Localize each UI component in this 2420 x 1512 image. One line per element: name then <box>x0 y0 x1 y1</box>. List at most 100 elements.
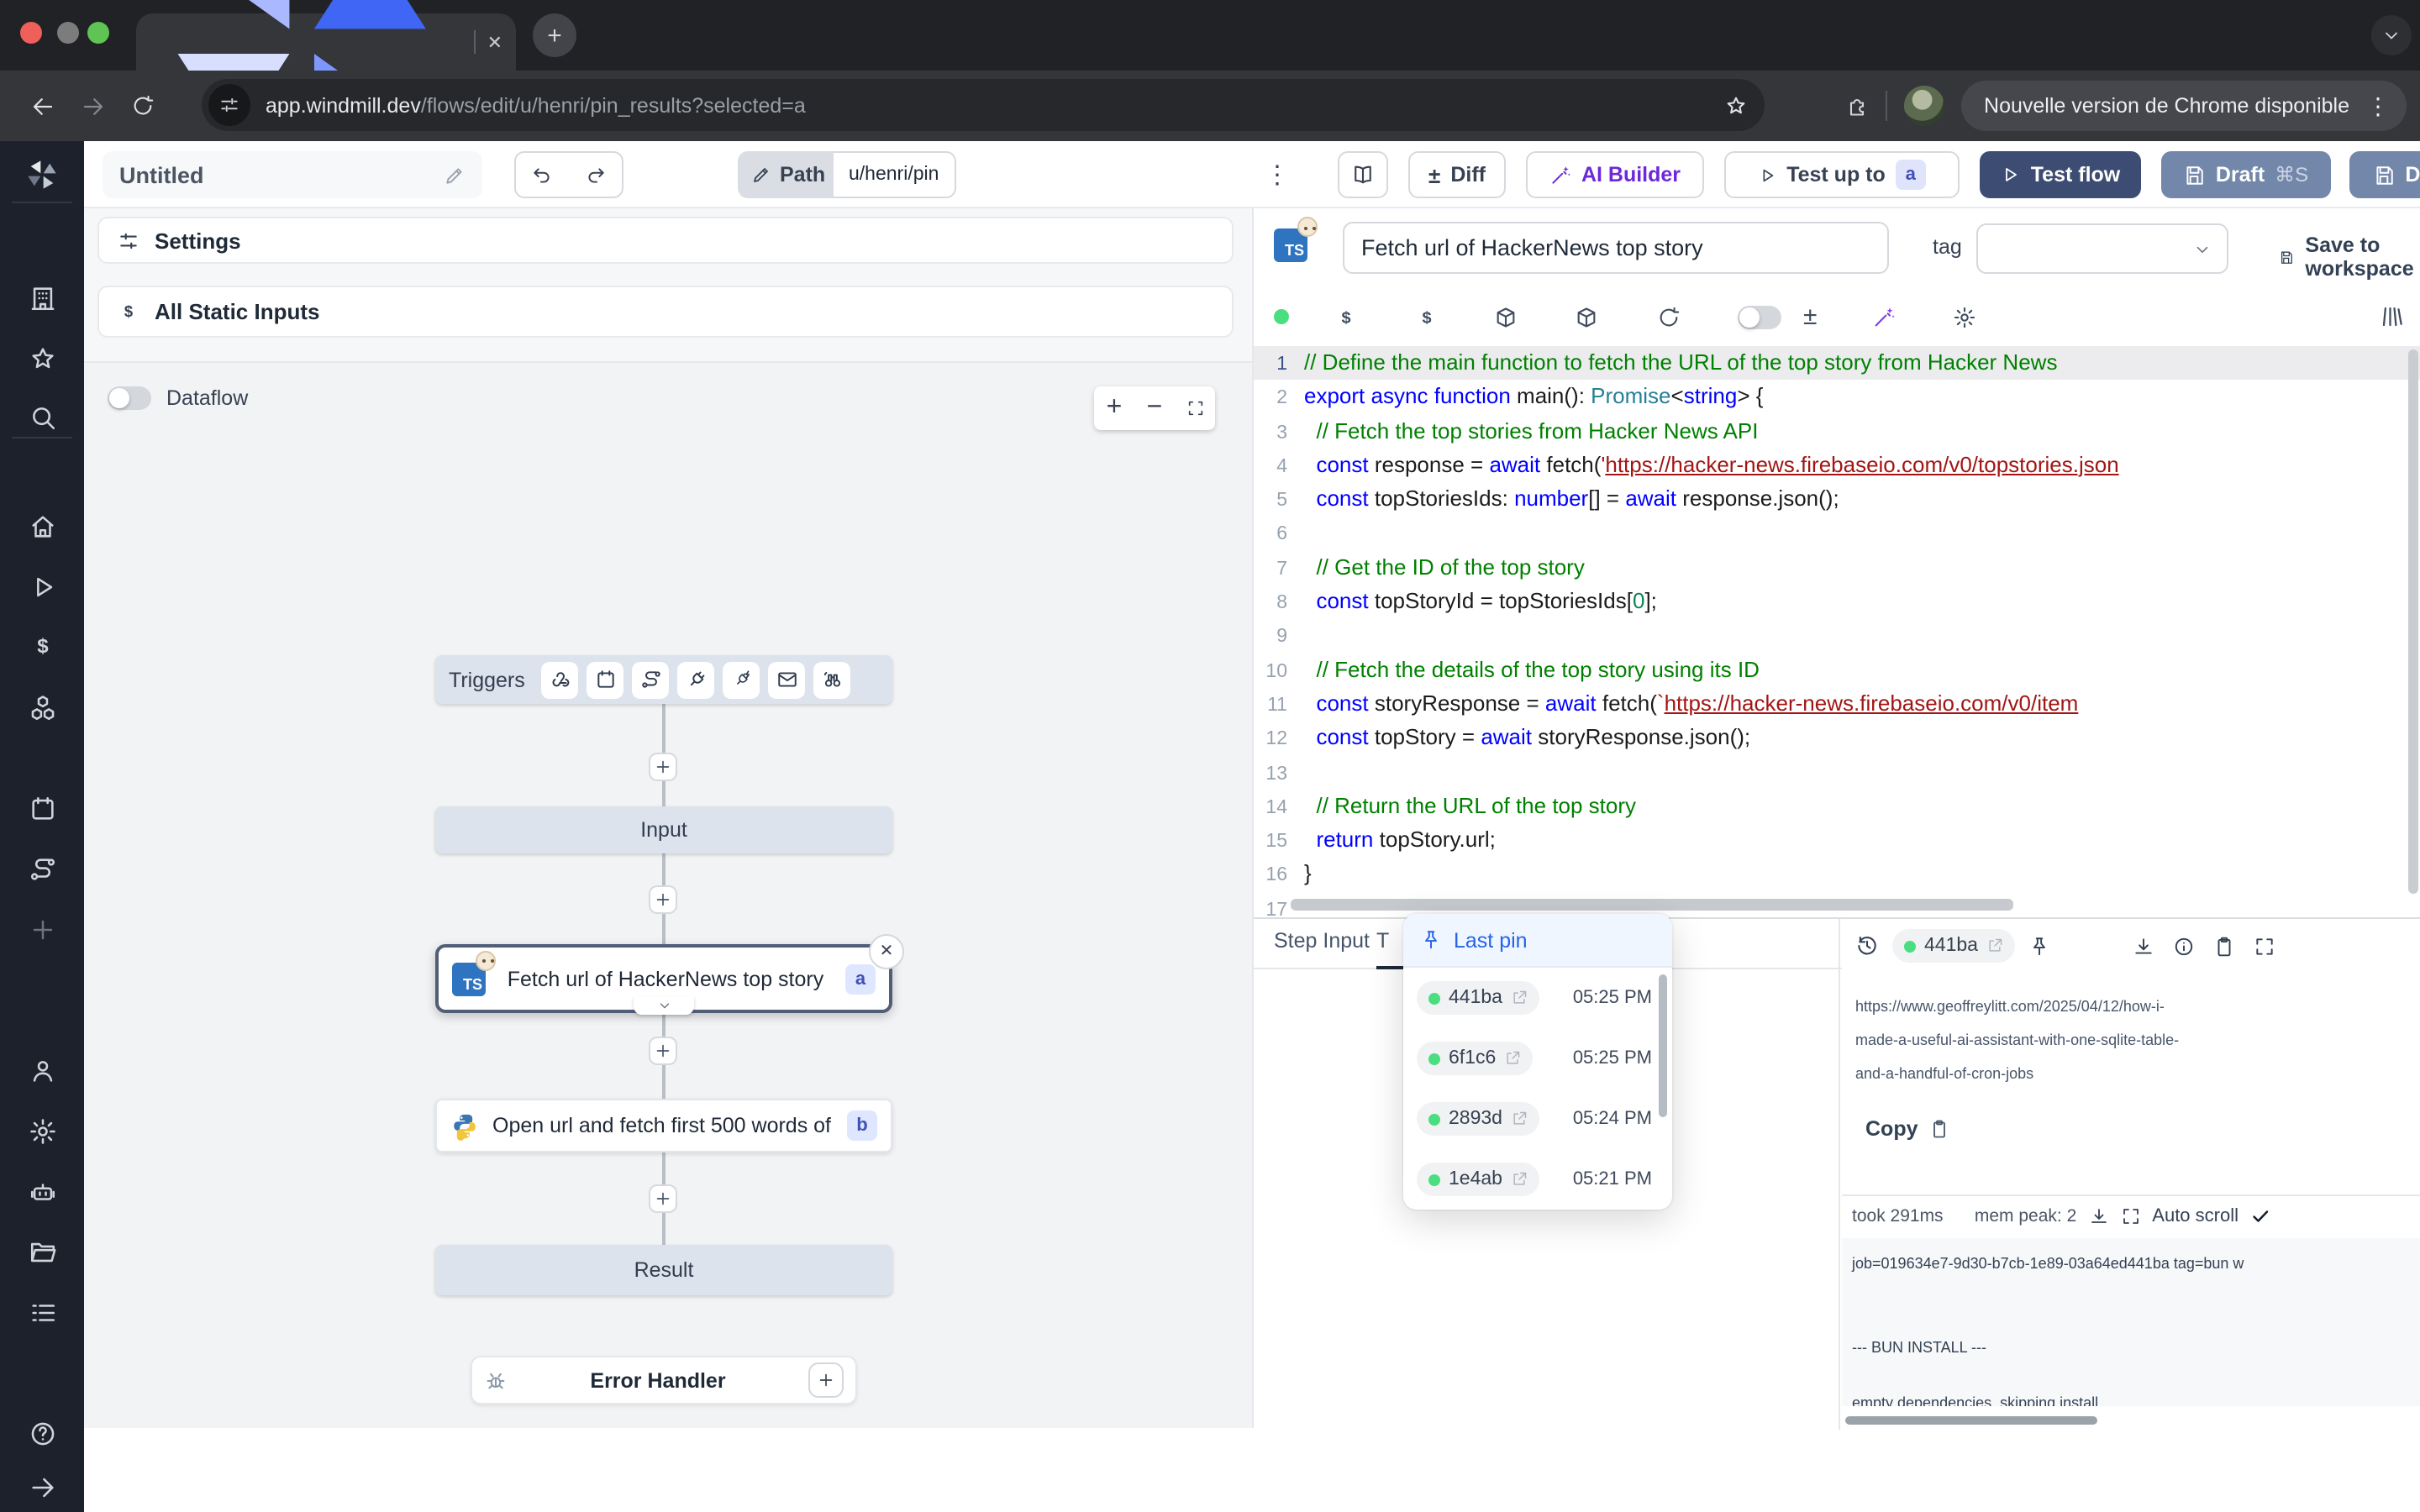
deploy-button[interactable]: Deploy <box>2349 151 2420 198</box>
download-logs-icon[interactable] <box>2088 1205 2108 1226</box>
external-link-icon[interactable] <box>1504 1050 1521 1067</box>
zoom-in-icon[interactable]: + <box>1094 386 1134 430</box>
insert-step-button[interactable] <box>649 1037 677 1065</box>
job-logs[interactable]: job=019634e7-9d30-b7cb-1e89-03a64ed441ba… <box>1842 1238 2420 1406</box>
webhook-icon[interactable] <box>542 661 579 698</box>
maximize-window-button[interactable] <box>87 22 109 44</box>
sidebar-collapse-icon[interactable] <box>0 1473 84 1502</box>
step-title-input[interactable]: Fetch url of HackerNews top story <box>1343 222 1889 274</box>
profile-avatar[interactable] <box>1903 86 1944 126</box>
new-tab-button[interactable]: + <box>533 13 576 57</box>
diff-mode-toggle[interactable] <box>1738 305 1781 328</box>
test-flow-button[interactable]: Test flow <box>1980 151 2141 198</box>
pin-item[interactable]: 1e4ab05:21 PM <box>1403 1149 1672 1210</box>
code-vertical-scrollbar[interactable] <box>2408 349 2418 894</box>
sidebar-variables-icon[interactable]: $ <box>0 632 84 660</box>
external-link-icon[interactable] <box>1511 1171 1528 1188</box>
sidebar-schedules-icon[interactable] <box>0 795 84 823</box>
variable-add-icon[interactable]: $ <box>1415 305 1439 328</box>
add-error-handler-icon[interactable] <box>808 1362 844 1398</box>
sidebar-search-icon[interactable] <box>0 403 84 432</box>
insert-step-button[interactable] <box>649 753 677 781</box>
sidebar-routes-icon[interactable] <box>0 855 84 884</box>
sidebar-user-icon[interactable] <box>0 1057 84 1085</box>
expand-logs-icon[interactable] <box>2120 1205 2140 1226</box>
diff-button[interactable]: ±Diff <box>1408 151 1506 198</box>
edit-name-icon[interactable] <box>444 164 466 186</box>
external-link-icon[interactable] <box>1511 1110 1528 1127</box>
static-inputs-row[interactable]: $ All Static Inputs <box>97 286 1234 338</box>
chrome-menu-icon[interactable]: ⋮ <box>2366 92 2390 120</box>
tab-search-icon[interactable] <box>2371 15 2412 55</box>
kafka-icon[interactable] <box>723 661 760 698</box>
step-expand-icon[interactable] <box>634 996 694 1015</box>
download-icon[interactable] <box>2133 935 2154 957</box>
external-link-icon[interactable] <box>1511 990 1528 1006</box>
ai-wand-icon[interactable] <box>1872 305 1896 328</box>
input-node[interactable]: Input <box>435 806 892 853</box>
error-handler-node[interactable]: Error Handler <box>471 1356 857 1404</box>
sidebar-home-icon[interactable] <box>0 512 84 541</box>
gear-icon[interactable] <box>1953 305 1976 328</box>
sidebar-help-icon[interactable] <box>0 1420 84 1448</box>
pin-item[interactable]: 6f1c605:25 PM <box>1403 1028 1672 1089</box>
autoscroll-check-icon[interactable] <box>2250 1205 2270 1226</box>
path-value[interactable]: u/henri/pin <box>834 151 955 198</box>
info-icon[interactable] <box>2173 935 2195 957</box>
dropdown-scrollbar[interactable] <box>1659 974 1667 1117</box>
copy-button[interactable]: Copy <box>1865 1117 1950 1141</box>
triggers-node[interactable]: Triggers <box>435 655 892 704</box>
reload-icon[interactable] <box>118 81 168 131</box>
path-button[interactable]: Path <box>738 151 839 198</box>
logs-scrollbar[interactable] <box>1845 1416 2097 1425</box>
tab-step-input[interactable]: Step Input <box>1274 929 1370 953</box>
pin-item[interactable]: 441ba05:25 PM <box>1403 968 1672 1028</box>
reload-icon[interactable] <box>1657 305 1681 328</box>
chrome-update-button[interactable]: Nouvelle version de Chrome disponible ⋮ <box>1960 81 2407 131</box>
sidebar-add-icon[interactable] <box>0 916 84 944</box>
more-menu-icon[interactable]: ⋮ <box>1260 151 1294 198</box>
last-pin-option[interactable]: Last pin <box>1403 914 1672 968</box>
save-to-workspace-button[interactable]: Save to workspace <box>2279 234 2420 281</box>
close-window-button[interactable] <box>20 22 42 44</box>
undo-button[interactable] <box>514 151 570 198</box>
expand-icon[interactable] <box>2254 935 2275 957</box>
sidebar-audit-icon[interactable] <box>0 1299 84 1327</box>
draft-button[interactable]: Draft⌘S <box>2161 151 2331 198</box>
variable-icon[interactable]: $ <box>1334 305 1358 328</box>
sidebar-folders-icon[interactable] <box>0 1238 84 1267</box>
sidebar-favorites-icon[interactable] <box>0 344 84 373</box>
flow-name-box[interactable]: Untitled <box>103 151 482 198</box>
bookmark-icon[interactable] <box>1724 93 1748 117</box>
code-horizontal-scrollbar[interactable] <box>1291 899 2013 911</box>
address-bar[interactable]: app.windmill.dev/flows/edit/u/henri/pin_… <box>202 79 1765 131</box>
extensions-icon[interactable] <box>1844 94 1868 118</box>
test-up-to-button[interactable]: Test up to a <box>1724 151 1960 198</box>
tab-close-icon[interactable]: ✕ <box>487 31 502 53</box>
sidebar-runs-icon[interactable] <box>0 573 84 601</box>
websocket-icon[interactable] <box>678 661 715 698</box>
dataflow-toggle[interactable] <box>108 386 151 410</box>
fit-view-icon[interactable] <box>1175 386 1215 430</box>
clipboard-icon[interactable] <box>2213 935 2235 957</box>
plusminus-icon[interactable]: ± <box>1803 302 1817 331</box>
minimize-window-button[interactable] <box>57 22 79 44</box>
windmill-logo[interactable] <box>0 158 84 192</box>
site-info-icon[interactable] <box>208 84 250 126</box>
forward-icon[interactable] <box>67 81 118 131</box>
browser-tab[interactable]: Edit Flow u/henri/pin_results ✕ <box>136 13 516 71</box>
remove-step-icon[interactable]: ✕ <box>869 934 904 969</box>
package-icon[interactable] <box>1494 305 1518 328</box>
sidebar-settings-icon[interactable] <box>0 1117 84 1146</box>
email-icon[interactable] <box>769 661 806 698</box>
history-icon[interactable] <box>1855 934 1879 958</box>
code-editor[interactable]: 1// Define the main function to fetch th… <box>1254 346 2420 917</box>
redo-button[interactable] <box>568 151 623 198</box>
sidebar-assistant-icon[interactable] <box>0 1178 84 1206</box>
zoom-out-icon[interactable]: − <box>1134 386 1175 430</box>
poll-icon[interactable] <box>814 661 851 698</box>
flow-settings-row[interactable]: Settings <box>97 217 1234 264</box>
route-icon[interactable] <box>633 661 670 698</box>
job-badge[interactable]: 441ba <box>1892 929 2015 963</box>
pin-icon[interactable] <box>2028 935 2050 957</box>
